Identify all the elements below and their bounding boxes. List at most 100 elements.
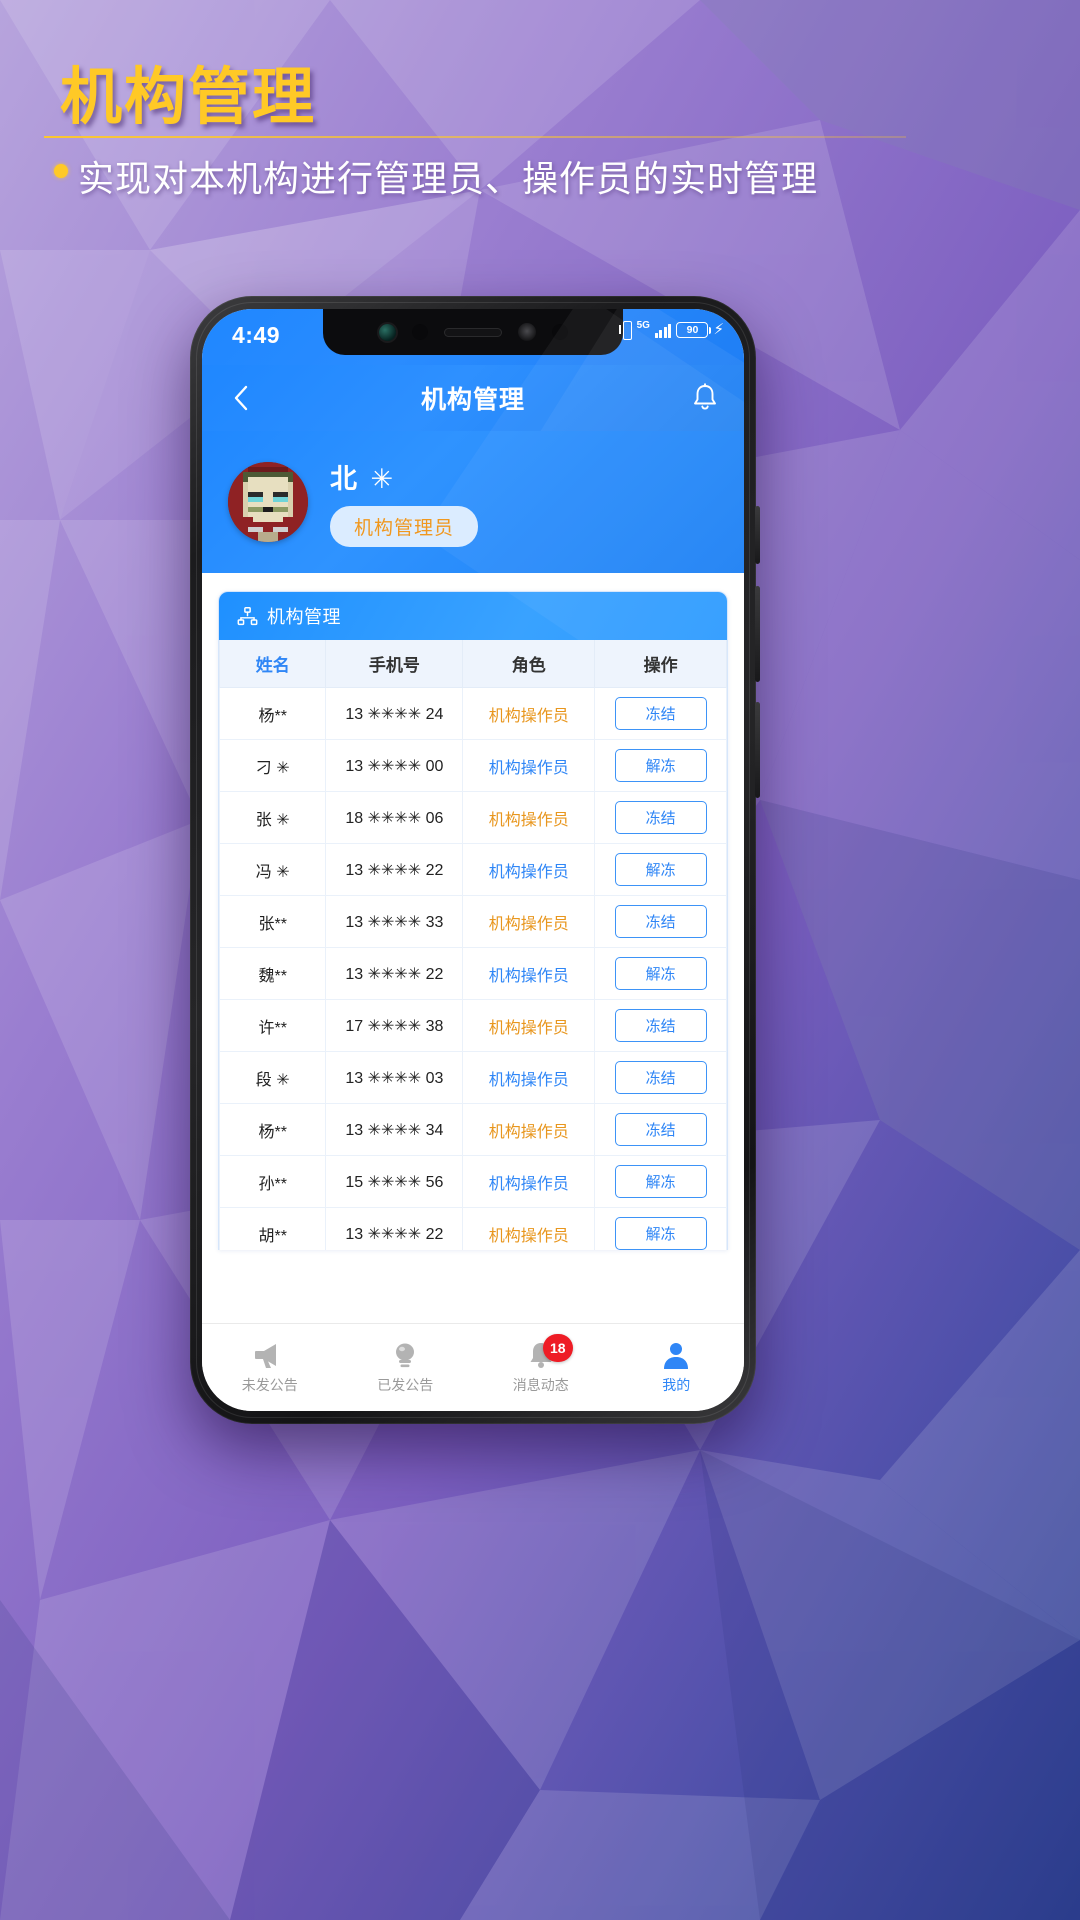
poster-subtitle: 实现对本机构进行管理员、操作员的实时管理 [78,159,819,200]
cell-name: 杨** [219,1103,327,1156]
table-body: 杨** 13 ✳✳✳✳ 24 机构操作员 冻结刁 ✳ 13 ✳✳✳✳ 00 机构操作员 解冻… [219,687,727,1250]
org-management-card: 机构管理 姓名 手机号 角色 操作 杨** 13 ✳✳✳✳ 24 机构操作员 冻结 [218,591,728,1250]
profile-text: 北 ✳ 机构管理员 [330,457,479,547]
table-row[interactable]: 胡** 13 ✳✳✳✳ 22 机构操作员 解冻 [219,1207,727,1250]
action-button[interactable]: 冻结 [614,905,707,938]
cell-role: 机构操作员 [462,947,596,1000]
cell-action: 冻结 [594,687,727,740]
table-row[interactable]: 段 ✳ 13 ✳✳✳✳ 03 机构操作员 冻结 [219,1051,727,1104]
cell-role: 机构操作员 [462,999,596,1052]
cell-phone: 13 ✳✳✳✳ 24 [325,687,464,740]
table-row[interactable]: 杨** 13 ✳✳✳✳ 34 机构操作员 冻结 [219,1103,727,1156]
cell-phone: 18 ✳✳✳✳ 06 [325,791,464,844]
table-row[interactable]: 许** 17 ✳✳✳✳ 38 机构操作员 冻结 [219,999,727,1052]
cell-action: 解冻 [594,739,727,792]
action-button[interactable]: 冻结 [614,1113,707,1146]
cell-action: 解冻 [594,1207,727,1250]
action-button[interactable]: 解冻 [614,1165,707,1198]
cell-action: 冻结 [594,1051,727,1104]
table-row[interactable]: 冯 ✳ 13 ✳✳✳✳ 22 机构操作员 解冻 [219,843,727,896]
cell-action: 冻结 [594,791,727,844]
cell-name: 许** [219,999,327,1052]
phone-button-volume [755,586,760,682]
proximity-sensor-icon [517,323,536,341]
cell-phone: 13 ✳✳✳✳ 22 [325,947,464,1000]
org-chart-icon [237,606,258,625]
action-button[interactable]: 冻结 [614,697,707,730]
person-icon: 0 [659,1340,714,1370]
bottom-navigation: 未发公告 已发公告 18 消息动态 0 我的 [202,1323,744,1411]
nav-label: 我的 [662,1377,691,1393]
table-row[interactable]: 魏** 13 ✳✳✳✳ 22 机构操作员 解冻 [219,947,727,1000]
nav-label: 未发公告 [241,1377,298,1393]
table-row[interactable]: 刁 ✳ 13 ✳✳✳✳ 00 机构操作员 解冻 [219,739,727,792]
action-button[interactable]: 解冻 [614,853,707,886]
cell-role: 机构操作员 [462,1103,596,1156]
action-button[interactable]: 冻结 [614,1009,707,1042]
sensor-dot-icon [411,324,428,340]
cell-role: 机构操作员 [462,1207,596,1250]
nav-label: 消息动态 [512,1377,569,1393]
front-camera-icon [378,323,396,341]
phone-button-mute [755,506,760,564]
profile-name: 北 ✳ [330,464,397,494]
cell-action: 冻结 [594,1103,727,1156]
avatar[interactable] [228,462,308,542]
cell-phone: 13 ✳✳✳✳ 03 [325,1051,464,1104]
cell-action: 冻结 [594,895,727,948]
cell-phone: 13 ✳✳✳✳ 00 [325,739,464,792]
phone-screen: 4:49 5G 90 ⚡ [202,309,744,1411]
cell-action: 冻结 [594,999,727,1052]
nav-badge: 0 [706,1348,714,1362]
cell-phone: 13 ✳✳✳✳ 22 [325,843,464,896]
action-button[interactable]: 冻结 [614,801,707,834]
cell-name: 张** [219,895,327,948]
table-header-row: 姓名 手机号 角色 操作 [219,640,727,688]
profile-section: 北 ✳ 机构管理员 [202,431,744,573]
col-header-role: 角色 [462,640,596,688]
phone-mockup: 4:49 5G 90 ⚡ [190,296,760,1424]
cell-role: 机构操作员 [462,791,596,844]
action-button[interactable]: 解冻 [614,957,707,990]
status-time: 4:49 [232,322,281,348]
nav-badge: 18 [542,1334,573,1362]
action-button[interactable]: 解冻 [614,1217,707,1250]
chevron-left-icon [234,385,248,411]
cell-name: 段 ✳ [219,1051,327,1104]
table-row[interactable]: 张 ✳ 18 ✳✳✳✳ 06 机构操作员 冻结 [219,791,727,844]
bell-icon: 18 [524,1334,573,1370]
nav-item-bell[interactable]: 18 消息动态 [473,1334,609,1395]
cell-role: 机构操作员 [462,687,596,740]
nav-item-megaphone[interactable]: 未发公告 [202,1340,338,1395]
members-table: 姓名 手机号 角色 操作 杨** 13 ✳✳✳✳ 24 机构操作员 冻结刁 ✳ 13 ✳… [219,640,727,1250]
table-row[interactable]: 孙** 15 ✳✳✳✳ 56 机构操作员 解冻 [219,1155,727,1208]
back-button[interactable] [224,381,258,415]
col-header-action: 操作 [594,640,727,688]
cell-role: 机构操作员 [462,843,596,896]
table-row[interactable]: 张** 13 ✳✳✳✳ 33 机构操作员 冻结 [219,895,727,948]
cell-name: 孙** [219,1155,327,1208]
content-area: 机构管理 姓名 手机号 角色 操作 杨** 13 ✳✳✳✳ 24 机构操作员 冻结 [202,573,744,1250]
nav-item-person[interactable]: 0 我的 [609,1340,745,1395]
title-divider [44,136,906,138]
action-button[interactable]: 冻结 [614,1061,707,1094]
nav-item-lightbulb[interactable]: 已发公告 [338,1340,474,1395]
cell-name: 杨** [219,687,327,740]
notification-button[interactable] [690,382,720,414]
col-header-name: 姓名 [219,640,327,688]
profile-role-badge: 机构管理员 [330,506,479,547]
charging-bolt-icon: ⚡ [713,321,724,338]
cell-name: 张 ✳ [219,791,327,844]
action-button[interactable]: 解冻 [614,749,707,782]
app-header-title: 机构管理 [420,386,525,414]
megaphone-icon [253,1340,287,1370]
cell-name: 冯 ✳ [219,843,327,896]
pixel-avatar-image [228,462,308,542]
cell-name: 胡** [219,1207,327,1250]
card-header-title: 机构管理 [267,607,341,627]
cell-phone: 15 ✳✳✳✳ 56 [325,1155,464,1208]
table-header: 姓名 手机号 角色 操作 [219,640,727,688]
cell-action: 解冻 [594,1155,727,1208]
table-scroll-area[interactable]: 姓名 手机号 角色 操作 杨** 13 ✳✳✳✳ 24 机构操作员 冻结刁 ✳ 13 ✳… [219,640,727,1250]
table-row[interactable]: 杨** 13 ✳✳✳✳ 24 机构操作员 冻结 [219,687,727,740]
